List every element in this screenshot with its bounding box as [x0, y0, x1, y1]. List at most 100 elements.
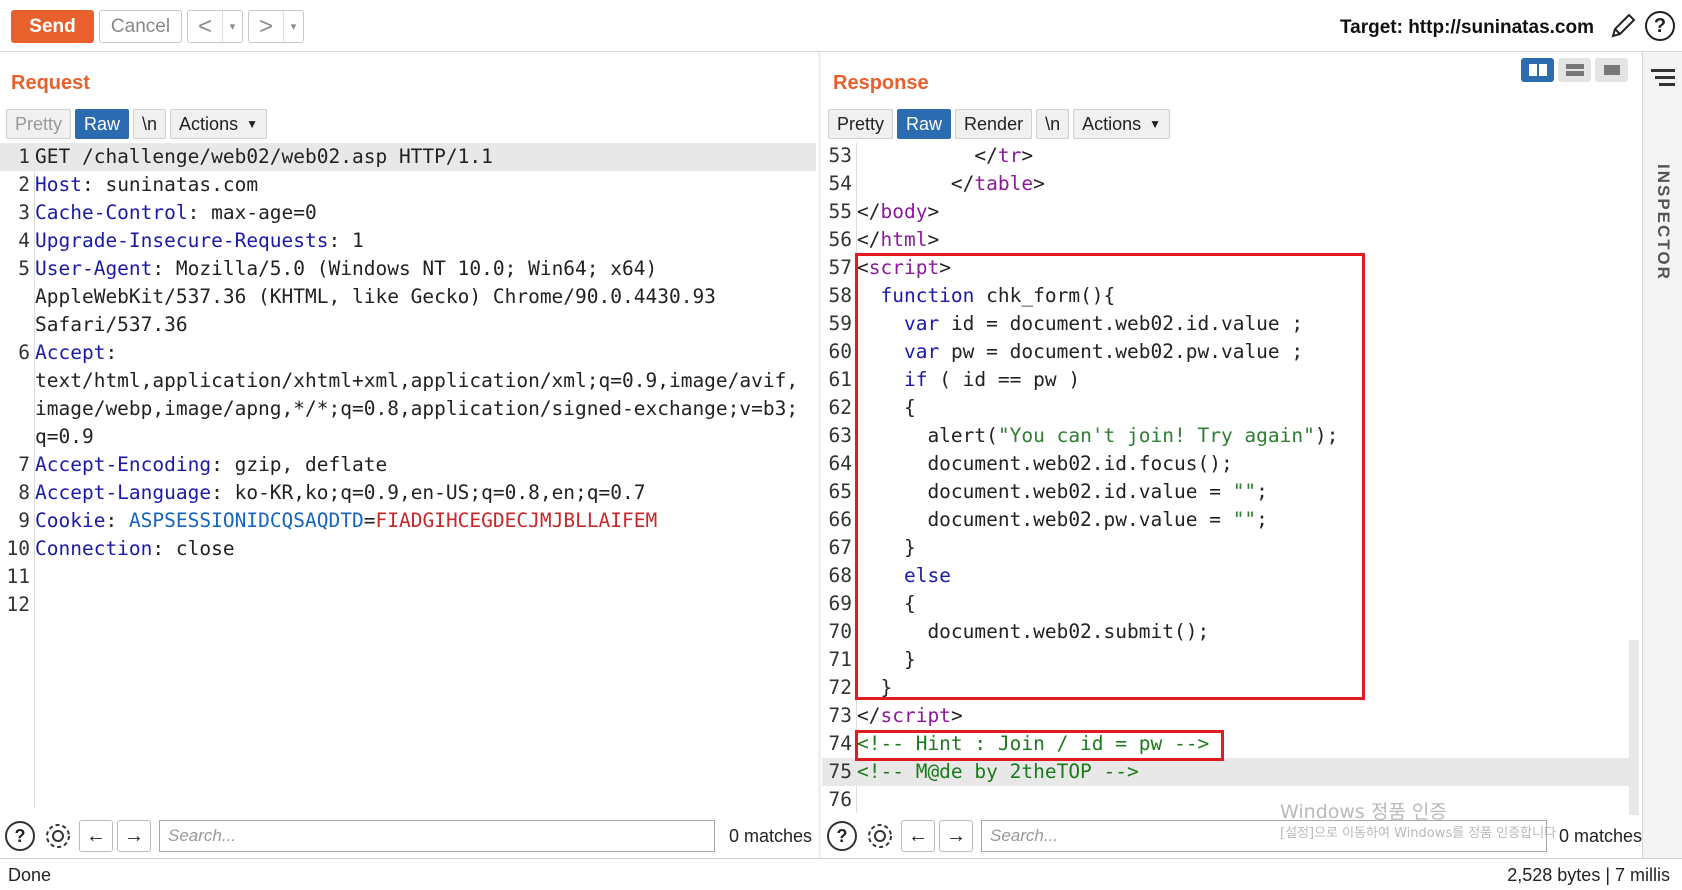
request-code-line: text/html,application/xhtml+xml,applicat…: [0, 367, 816, 395]
request-actions-label: Actions: [179, 113, 239, 134]
code-text: Connection: close: [32, 535, 816, 563]
response-title: Response: [833, 72, 929, 94]
code-token: FIADGIHCEGDECJMJBLLAIFEM: [375, 509, 658, 532]
stacked-layout-icon[interactable]: [1558, 58, 1591, 82]
response-tab-raw[interactable]: Raw: [897, 109, 952, 139]
chevron-down-icon: ▼: [246, 117, 258, 131]
code-token: text/html,application/xhtml+xml,applicat…: [35, 369, 799, 392]
code-text: </script>: [854, 702, 1630, 730]
response-tab-newline[interactable]: \n: [1036, 109, 1070, 139]
top-toolbar: Send Cancel < ▾ > ▾ Target: http://sunin…: [0, 0, 1682, 52]
forward-dropdown-icon[interactable]: ▾: [283, 11, 303, 42]
request-tabs: Pretty Raw \n Actions ▼: [6, 109, 267, 139]
code-token: Upgrade-Insecure-Requests: [35, 229, 329, 252]
line-number: 3: [18, 201, 30, 224]
request-code-line: 10 Connection: close: [0, 535, 816, 563]
code-text: Upgrade-Insecure-Requests: 1: [32, 227, 816, 255]
request-code-line: 11: [0, 563, 816, 591]
request-editor[interactable]: 1 GET /challenge/web02/web02.asp HTTP/1.1…: [0, 143, 816, 813]
code-token: : close: [152, 537, 235, 560]
code-text: User-Agent: Mozilla/5.0 (Windows NT 10.0…: [32, 255, 816, 283]
target-label: Target: http://suninatas.com: [1339, 17, 1594, 38]
code-token: q=0.9: [35, 425, 94, 448]
response-code-line: 53 </tr>: [822, 142, 1630, 170]
code-token: script: [880, 704, 951, 727]
code-token: ASPSESSIONIDCQSAQDTD: [128, 509, 364, 532]
code-token: <!-- M@de by 2theTOP -->: [857, 760, 1139, 783]
request-code-line: 5 User-Agent: Mozilla/5.0 (Windows NT 10.…: [0, 255, 816, 283]
forward-button[interactable]: >: [249, 12, 283, 42]
request-code-line: 8 Accept-Language: ko-KR,ko;q=0.9,en-US;q…: [0, 479, 816, 507]
edit-target-icon[interactable]: [1608, 11, 1638, 41]
previous-match-icon[interactable]: ←: [79, 820, 113, 852]
code-token: >: [927, 228, 940, 251]
back-nav-group: < ▾: [187, 10, 243, 43]
inspector-menu-icon[interactable]: [1651, 68, 1675, 91]
response-code-line: 55 </body>: [822, 198, 1630, 226]
line-number: 62: [828, 396, 852, 419]
request-actions-menu[interactable]: Actions ▼: [170, 109, 267, 139]
code-token: </: [857, 200, 881, 223]
line-number: 6: [18, 341, 30, 364]
line-number: 76: [828, 788, 852, 811]
code-text: GET /challenge/web02/web02.asp HTTP/1.1: [32, 143, 816, 171]
forward-nav-group: > ▾: [248, 10, 304, 43]
panel-divider[interactable]: [818, 52, 821, 858]
response-tab-pretty[interactable]: Pretty: [828, 109, 894, 139]
code-token: >: [927, 200, 940, 223]
request-tab-raw[interactable]: Raw: [75, 109, 130, 139]
help-icon[interactable]: ?: [1645, 11, 1675, 41]
help-icon[interactable]: ?: [827, 821, 857, 851]
code-text: <!-- M@de by 2theTOP -->: [854, 758, 1630, 786]
response-match-count: 0 matches: [1557, 825, 1645, 847]
side-by-side-layout-icon[interactable]: [1521, 58, 1554, 82]
send-button[interactable]: Send: [11, 10, 94, 43]
line-number: 7: [18, 453, 30, 476]
response-search-input[interactable]: Search...: [981, 820, 1547, 852]
code-token: :: [105, 509, 129, 532]
request-search-input[interactable]: Search...: [159, 820, 715, 852]
line-number: 69: [828, 592, 852, 615]
line-number: [0, 311, 32, 339]
line-number: 8: [18, 481, 30, 504]
code-text: text/html,application/xhtml+xml,applicat…: [32, 367, 816, 395]
response-tab-render[interactable]: Render: [955, 109, 1033, 139]
gear-icon[interactable]: [863, 820, 897, 852]
code-token: tr: [997, 144, 1022, 167]
next-match-icon[interactable]: →: [117, 820, 151, 852]
code-token: GET /challenge/web02/web02.asp HTTP/1.1: [35, 145, 493, 168]
tabbed-layout-icon[interactable]: [1595, 58, 1628, 82]
request-tab-newline[interactable]: \n: [133, 109, 167, 139]
back-button[interactable]: <: [188, 12, 222, 42]
line-number: 72: [828, 676, 852, 699]
code-token: User-Agent: [35, 257, 153, 280]
previous-match-icon[interactable]: ←: [901, 820, 935, 852]
line-number: 53: [828, 144, 852, 167]
code-text: AppleWebKit/537.36 (KHTML, like Gecko) C…: [32, 283, 816, 311]
code-token: html: [880, 228, 928, 251]
next-match-icon[interactable]: →: [939, 820, 973, 852]
cancel-button[interactable]: Cancel: [99, 10, 182, 43]
line-number: 59: [828, 312, 852, 335]
code-text: Host: suninatas.com: [32, 171, 816, 199]
code-text: </tr>: [854, 142, 1630, 170]
gear-icon[interactable]: [41, 820, 75, 852]
line-number: 66: [828, 508, 852, 531]
line-number: 64: [828, 452, 852, 475]
request-tab-pretty[interactable]: Pretty: [6, 109, 72, 139]
response-actions-menu[interactable]: Actions ▼: [1073, 109, 1171, 139]
back-dropdown-icon[interactable]: ▾: [222, 11, 242, 42]
response-scrollbar[interactable]: [1629, 640, 1639, 815]
line-number: 4: [18, 229, 30, 252]
line-number: 54: [828, 172, 852, 195]
line-number: 75: [828, 760, 852, 783]
help-icon[interactable]: ?: [5, 821, 35, 851]
inspector-sidebar[interactable]: INSPECTOR: [1642, 52, 1682, 858]
request-code-line: AppleWebKit/537.36 (KHTML, like Gecko) C…: [0, 283, 816, 311]
request-code-line: 3 Cache-Control: max-age=0: [0, 199, 816, 227]
code-text: Accept:: [32, 339, 816, 367]
response-tabs: Pretty Raw Render \n Actions ▼: [828, 109, 1171, 139]
line-number: 9: [18, 509, 30, 532]
